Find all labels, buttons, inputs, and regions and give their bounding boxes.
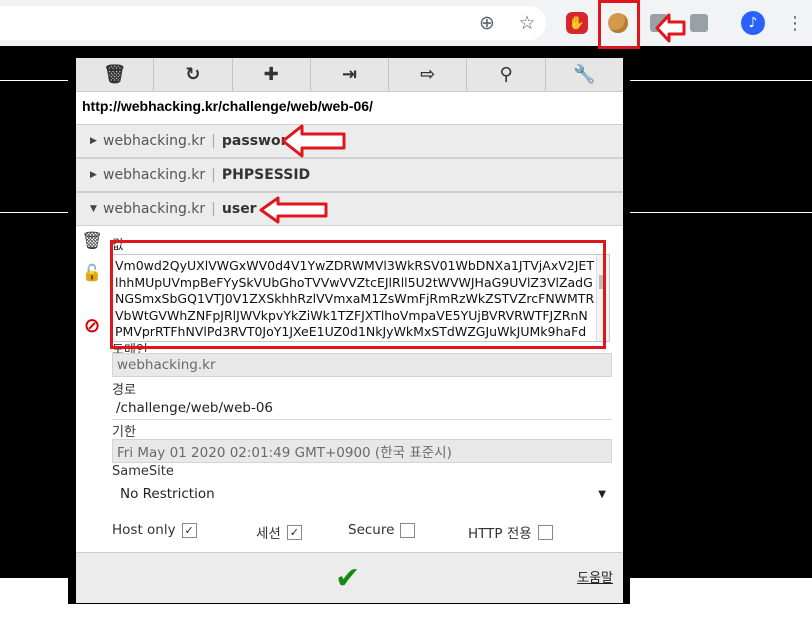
secure-option[interactable]: Secure xyxy=(348,522,416,538)
search-button[interactable]: ⚲ xyxy=(467,58,546,91)
http-only-label: HTTP 전용 xyxy=(468,526,532,542)
expand-triangle-icon: ▶ xyxy=(90,136,97,146)
samesite-select[interactable]: No Restriction ▼ xyxy=(112,482,612,506)
separator: | xyxy=(211,133,216,149)
samesite-label: SameSite xyxy=(112,464,174,479)
cookie-item-user[interactable]: ▼ webhacking.kr | user xyxy=(76,192,623,226)
export-button[interactable]: ⇨ xyxy=(389,58,468,91)
cookie-domain: webhacking.kr xyxy=(103,201,206,217)
plus-icon: ✚ xyxy=(263,64,279,85)
block-cookie-icon[interactable]: ⊘ xyxy=(82,313,102,337)
annotation-arrow-cookie-icon xyxy=(655,13,686,43)
search-icon: ⚲ xyxy=(499,64,513,85)
settings-button[interactable]: 🔧 xyxy=(546,58,623,91)
session-option[interactable]: 세션 ✓ xyxy=(256,522,302,542)
import-icon: ⇥ xyxy=(341,64,358,85)
session-label: 세션 xyxy=(256,526,281,542)
current-url: http://webhacking.kr/challenge/web/web-0… xyxy=(82,98,373,114)
cookie-name: PHPSESSID xyxy=(221,167,311,183)
expiration-label: 기한 xyxy=(112,425,136,440)
unlock-icon[interactable]: 🔓 xyxy=(82,262,102,282)
expiration-field[interactable]: Fri May 01 2020 02:01:49 GMT+0900 (한국 표준… xyxy=(112,439,612,463)
separator: | xyxy=(211,167,216,183)
host-only-checkbox[interactable]: ✓ xyxy=(181,522,197,538)
secure-label: Secure xyxy=(348,522,395,538)
samesite-value: No Restriction xyxy=(120,486,215,502)
cookie-item-phpsessid[interactable]: ▶ webhacking.kr | PHPSESSID xyxy=(76,158,623,192)
browser-toolbar: ⊕ ☆ ✋ ♪ ⋮ xyxy=(0,0,812,47)
zoom-icon[interactable]: ⊕ xyxy=(474,10,500,36)
dropdown-arrow-icon: ▼ xyxy=(598,488,606,500)
add-cookie-button[interactable]: ✚ xyxy=(233,58,311,91)
collapse-triangle-icon: ▼ xyxy=(90,204,97,214)
reload-button[interactable]: ↻ xyxy=(154,58,233,91)
address-bar[interactable] xyxy=(0,6,546,40)
cookie-item-password[interactable]: ▶ webhacking.kr | password xyxy=(76,124,623,158)
annotation-box-cookie-icon xyxy=(598,0,640,49)
stop-extension-icon[interactable]: ✋ xyxy=(566,12,588,34)
help-link[interactable]: 도움말 xyxy=(577,567,613,586)
trash-icon: 🗑 xyxy=(103,64,127,85)
annotation-box-value xyxy=(110,240,606,349)
export-icon: ⇨ xyxy=(420,64,436,85)
cookie-flags: Host only ✓ 세션 ✓ Secure HTTP 전용 xyxy=(112,522,612,542)
expand-triangle-icon: ▶ xyxy=(90,170,97,180)
delete-cookie-icon[interactable]: 🗑 xyxy=(81,231,103,251)
wrench-icon: 🔧 xyxy=(573,64,596,85)
secure-checkbox[interactable] xyxy=(400,522,416,538)
cookie-toolbar: 🗑 ↻ ✚ ⇥ ⇨ ⚲ 🔧 xyxy=(76,58,623,92)
music-extension-icon[interactable]: ♪ xyxy=(741,11,765,35)
session-checkbox[interactable]: ✓ xyxy=(286,524,302,540)
cookie-domain: webhacking.kr xyxy=(103,167,206,183)
import-button[interactable]: ⇥ xyxy=(311,58,390,91)
http-only-option[interactable]: HTTP 전용 xyxy=(468,522,553,542)
annotation-arrow-password xyxy=(281,124,346,158)
host-only-option[interactable]: Host only ✓ xyxy=(112,522,197,538)
extension-copy-icon[interactable] xyxy=(690,14,708,32)
confirm-checkmark-icon[interactable]: ✔ xyxy=(335,561,360,596)
reload-icon: ↻ xyxy=(185,64,201,85)
popup-footer: ✔ 도움말 xyxy=(76,552,623,603)
path-field[interactable]: /challenge/web/web-06 xyxy=(112,396,612,420)
star-icon[interactable]: ☆ xyxy=(514,10,540,36)
host-only-label: Host only xyxy=(112,522,176,538)
cookie-domain: webhacking.kr xyxy=(103,133,206,149)
delete-all-button[interactable]: 🗑 xyxy=(76,58,155,91)
browser-menu-icon[interactable]: ⋮ xyxy=(782,10,808,36)
cookie-name: user xyxy=(221,201,257,217)
separator: | xyxy=(211,201,216,217)
http-only-checkbox[interactable] xyxy=(537,524,553,540)
domain-field[interactable]: webhacking.kr xyxy=(112,353,612,377)
annotation-arrow-user xyxy=(259,196,328,224)
